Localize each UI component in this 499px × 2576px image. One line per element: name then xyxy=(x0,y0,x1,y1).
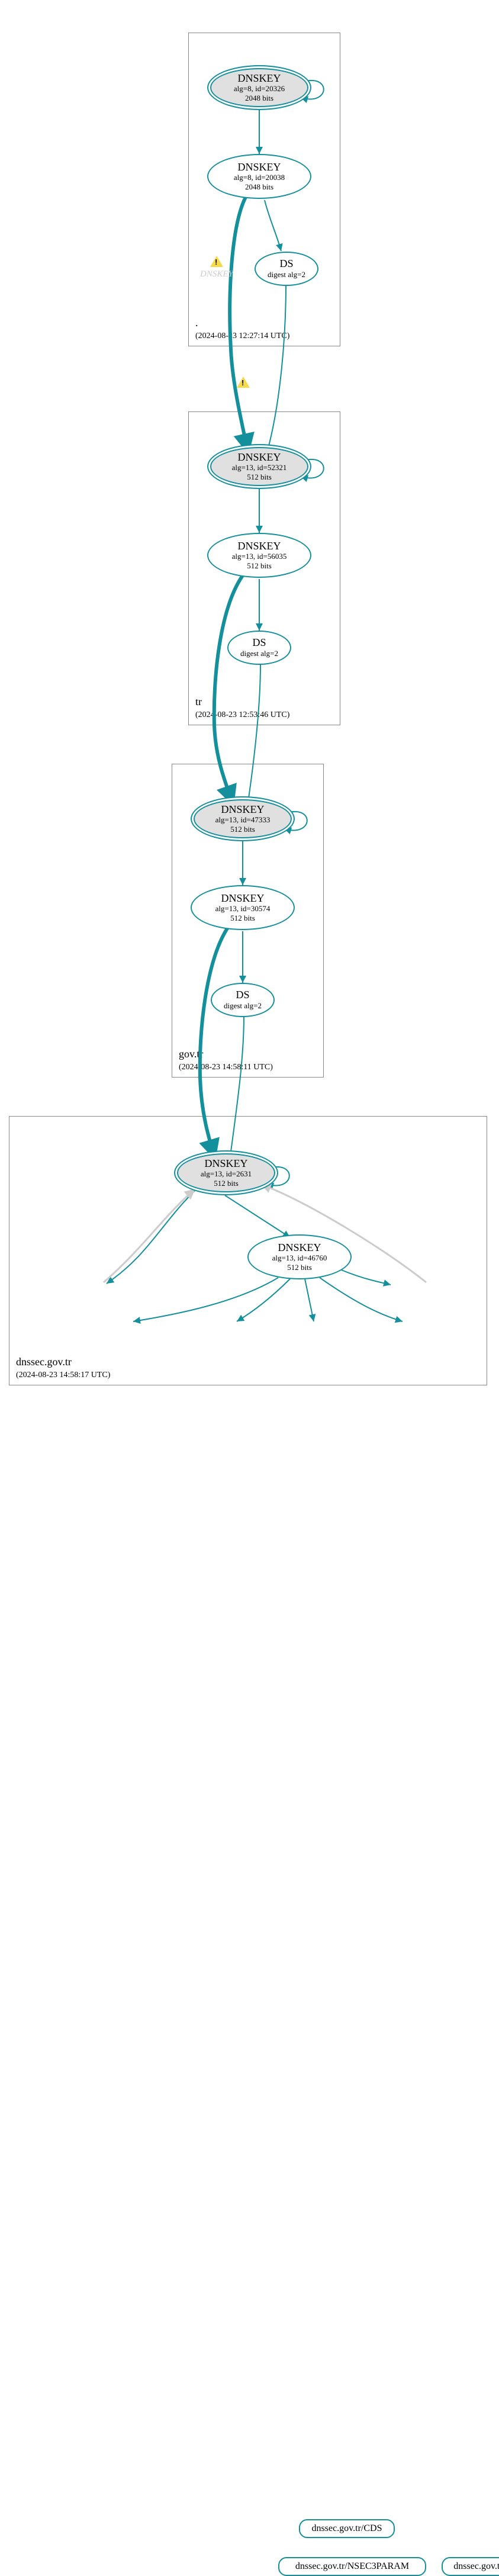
tr-zsk-node: DNSKEY alg=13, id=56035 512 bits xyxy=(207,533,311,578)
tr-ksk-node: DNSKEY alg=13, id=52321 512 bits xyxy=(207,444,311,489)
leaf-zsk-node: DNSKEY alg=13, id=46760 512 bits dnssec.… xyxy=(247,1234,352,1279)
root-zsk-node: DNSKEY alg=8, id=20038 2048 bits xyxy=(207,154,311,199)
zone-tr-ts: (2024-08-23 12:53:46 UTC) xyxy=(195,710,289,720)
zone-tr-name: tr xyxy=(195,696,202,708)
node-title: DNSKEY xyxy=(237,73,281,85)
root-ds-node: DS digest alg=2 xyxy=(255,252,318,286)
gov-zsk-node: DNSKEY alg=13, id=30574 512 bits xyxy=(191,885,295,930)
warning-icon xyxy=(210,256,223,267)
zone-leaf-name: dnssec.gov.tr xyxy=(16,1356,72,1368)
zone-root-ts: (2024-08-23 12:27:14 UTC) xyxy=(195,332,289,341)
root-ksk-node: DNSKEY alg=8, id=20326 2048 bits xyxy=(207,65,311,110)
node-line1: alg=8, id=20326 xyxy=(234,84,285,94)
ghost-dnskey: DNSKEY xyxy=(200,269,233,279)
zone-gov-ts: (2024-08-23 14:58:11 UTC) xyxy=(179,1063,273,1072)
tr-ds-node: DS digest alg=2 xyxy=(227,631,291,665)
rr-cds: dnssec.gov.tr/CDS xyxy=(299,2519,395,2538)
gov-ksk-node: DNSKEY alg=13, id=47333 512 bits xyxy=(191,796,295,841)
zone-root-name: . xyxy=(195,317,198,329)
zone-gov-name: gov.tr xyxy=(179,1048,203,1060)
zone-leaf-ts: (2024-08-23 14:58:17 UTC) xyxy=(16,1371,110,1380)
node-line2: 2048 bits xyxy=(245,94,273,103)
warning-icon xyxy=(237,377,250,388)
rr-nsec3param: dnssec.gov.tr/NSEC3PARAM xyxy=(278,2557,426,2576)
gov-ds-node: DS digest alg=2 xyxy=(211,983,275,1017)
rr-a: dnssec.gov.tr/A xyxy=(442,2557,499,2576)
leaf-ksk-node: DNSKEY alg=13, id=2631 512 bits xyxy=(174,1150,278,1195)
